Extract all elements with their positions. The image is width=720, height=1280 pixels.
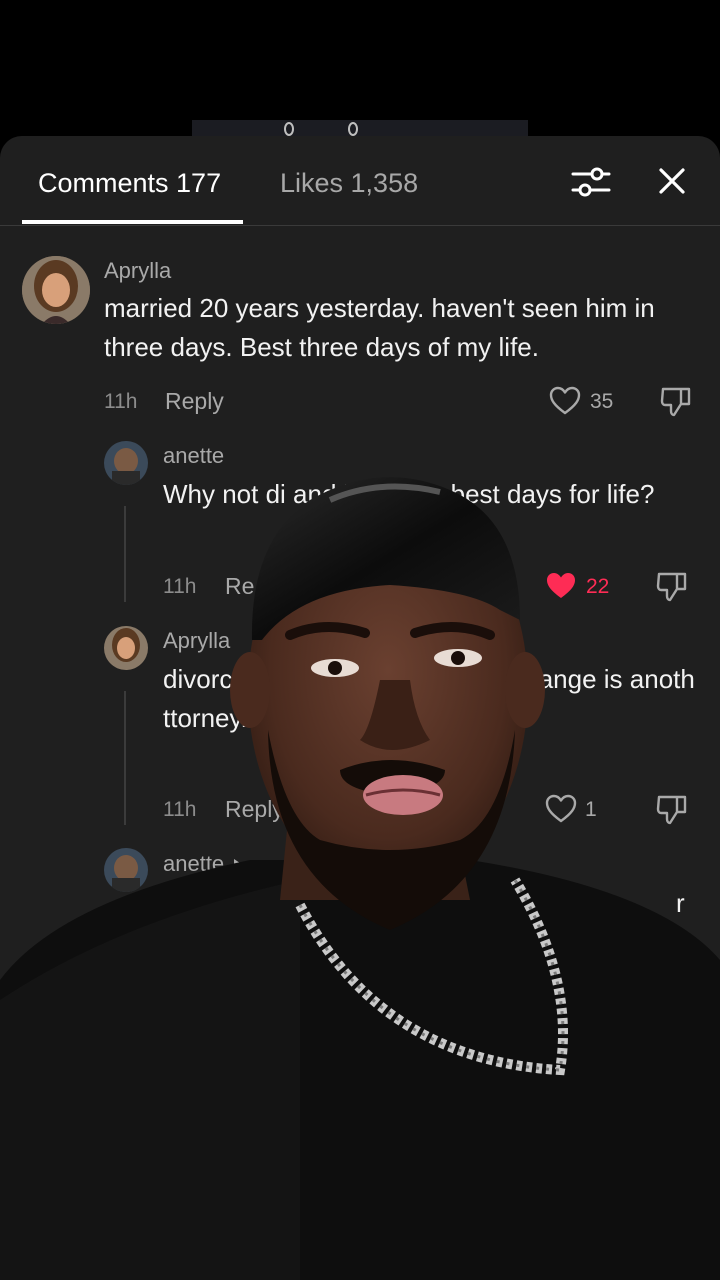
close-icon[interactable] — [655, 164, 689, 198]
heart-icon[interactable] — [545, 571, 577, 601]
like-count: 35 — [590, 390, 614, 413]
comment-author[interactable]: anette — [163, 851, 244, 877]
comment-item: Aprylla married 20 years yesterday. have… — [0, 254, 720, 424]
comment-author[interactable]: Aprylla — [163, 628, 230, 654]
comment-text: Why not di and have the best days for li… — [163, 479, 655, 509]
author-name: anette — [163, 851, 225, 876]
reply-button[interactable]: Reply — [165, 388, 224, 415]
like-count: 22 — [586, 575, 610, 598]
reply-item: anette r — [0, 848, 720, 928]
like-count: 1 — [585, 798, 597, 821]
thumbs-down-icon[interactable] — [659, 384, 693, 418]
reply-button[interactable]: Reply — [225, 796, 284, 823]
avatar[interactable] — [104, 848, 148, 892]
comment-author[interactable]: anette — [163, 443, 224, 469]
comment-text: married 20 years yesterday. haven't seen… — [104, 293, 655, 362]
tab-likes[interactable]: Likes 1,358 — [280, 167, 418, 199]
thumbs-down-icon[interactable] — [655, 792, 689, 826]
avatar-image — [22, 256, 90, 324]
comment-time: 11h — [163, 798, 197, 821]
avatar-image — [104, 626, 148, 670]
thumbs-down-icon[interactable] — [655, 569, 689, 603]
avatar[interactable] — [104, 441, 148, 485]
active-tab-indicator — [22, 220, 243, 224]
heart-icon[interactable] — [549, 386, 581, 416]
chain-detail — [284, 122, 294, 136]
reply-arrow-icon — [234, 859, 244, 872]
comment-time: 11h — [104, 390, 138, 413]
chain-detail — [348, 122, 358, 136]
reply-item: Aprylla divorc specially when e Every ch… — [0, 624, 720, 834]
avatar-image — [104, 441, 148, 485]
avatar[interactable] — [104, 626, 148, 670]
comment-text: divorc specially when e Every change is … — [163, 664, 695, 733]
comments-sheet: Comments 177 Likes 1,358 Aprylla married… — [0, 136, 720, 1280]
comment-author[interactable]: Aprylla — [104, 258, 171, 284]
comment-time: 11h — [163, 575, 197, 598]
comment-text-fragment: r — [676, 888, 685, 918]
avatar-image — [104, 848, 148, 892]
tab-comments[interactable]: Comments 177 — [38, 167, 221, 199]
heart-icon[interactable] — [545, 794, 577, 824]
reply-button[interactable]: Re — [225, 573, 254, 600]
avatar[interactable] — [22, 256, 90, 324]
video-top-area — [0, 0, 720, 140]
comments-tabs: Comments 177 Likes 1,358 — [0, 136, 720, 226]
reply-item: anette Why not di and have the best days… — [0, 439, 720, 609]
sliders-icon[interactable] — [571, 164, 611, 200]
